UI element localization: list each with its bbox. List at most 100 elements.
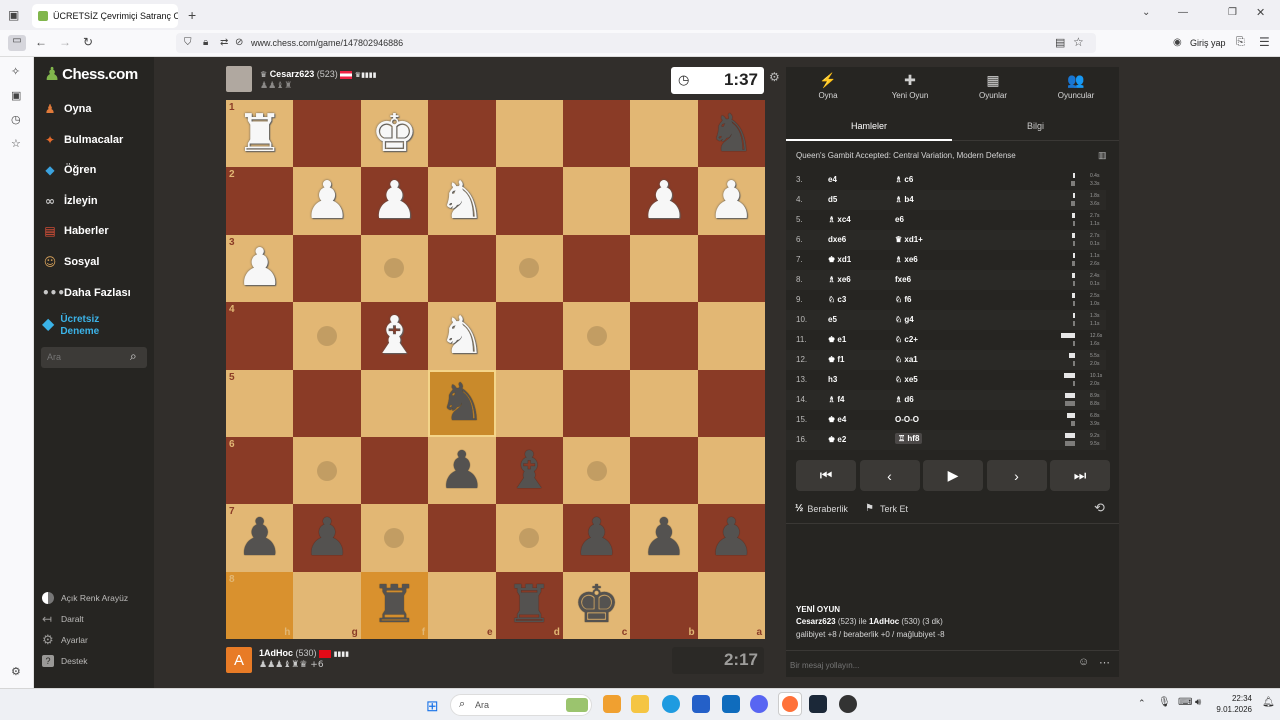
square[interactable]: [630, 302, 698, 370]
square[interactable]: ♚: [360, 100, 429, 168]
store-icon[interactable]: [692, 695, 710, 713]
sidebar-item-learn[interactable]: ◆ Öğren: [42, 160, 96, 180]
white-move[interactable]: e4: [828, 175, 837, 184]
sidebar-toggle-icon[interactable]: ▭: [8, 35, 26, 51]
ai-chat-icon[interactable]: ✧: [11, 65, 20, 78]
white-knight-piece[interactable]: ♞: [439, 175, 486, 227]
volume-icon[interactable]: 🔊︎: [1195, 697, 1201, 708]
white-king-piece[interactable]: ♚: [371, 108, 418, 160]
square[interactable]: b: [630, 571, 698, 639]
sidebar-item-more[interactable]: ••• Daha Fazlası: [42, 283, 131, 303]
settings-link[interactable]: ⚙ Ayarlar: [42, 633, 88, 646]
white-pawn-piece[interactable]: ♟: [641, 175, 688, 227]
square[interactable]: [495, 302, 563, 370]
free-trial-link[interactable]: ◆ Ücretsiz Deneme: [42, 314, 99, 338]
sidebar-item-news[interactable]: ▤ Haberler: [42, 221, 108, 241]
square[interactable]: ♟: [562, 504, 631, 572]
square[interactable]: [697, 302, 765, 370]
black-pawn-piece[interactable]: ♟: [304, 512, 351, 564]
square[interactable]: a: [697, 571, 765, 639]
square[interactable]: [428, 504, 496, 572]
move-hint-dot[interactable]: [586, 460, 607, 481]
square[interactable]: ♟: [697, 504, 765, 572]
black-bishop-piece[interactable]: ♝: [506, 445, 553, 497]
taskbar-search[interactable]: ⌕ Ara: [450, 694, 592, 716]
microphone-icon[interactable]: 🎙︎: [1158, 697, 1171, 708]
square[interactable]: [697, 234, 765, 303]
tab-moves[interactable]: Hamleler: [786, 113, 952, 141]
top-player-info[interactable]: ♛ Cesarz623 (523) ♛▮▮▮▮: [260, 69, 376, 79]
white-move[interactable]: dxe6: [828, 235, 846, 244]
white-pawn-piece[interactable]: ♟: [304, 175, 351, 227]
black-pawn-piece[interactable]: ♟: [236, 512, 283, 564]
panel-tab-yeni-oyun[interactable]: ✚ Yeni Oyun: [870, 72, 950, 100]
square[interactable]: ♝: [360, 302, 429, 370]
square[interactable]: [495, 234, 563, 303]
sidebar-item-social[interactable]: ☺ Sosyal: [42, 252, 100, 272]
white-move[interactable]: ♗ f4: [828, 395, 845, 404]
black-move[interactable]: fxe6: [895, 275, 911, 284]
panel-tab-oyunlar[interactable]: ▦ Oyunlar: [953, 72, 1033, 100]
square[interactable]: ♞: [697, 100, 765, 168]
new-tab-button[interactable]: +: [188, 7, 196, 23]
square[interactable]: [630, 369, 698, 437]
sidebar-item-puzzle[interactable]: ✦ Bulmacalar: [42, 130, 123, 150]
steam-icon[interactable]: [809, 695, 827, 713]
move-hint-dot[interactable]: [317, 325, 338, 346]
flip-board-icon[interactable]: ⟲: [1094, 500, 1105, 516]
move-hint-dot[interactable]: [384, 527, 405, 548]
black-move[interactable]: ♘ xe5: [895, 375, 918, 384]
black-move[interactable]: O-O-O: [895, 415, 919, 424]
square[interactable]: 6: [226, 436, 294, 505]
top-player-avatar[interactable]: [226, 66, 252, 92]
white-bishop-piece[interactable]: ♝: [371, 310, 418, 362]
square[interactable]: ♞: [428, 302, 496, 370]
square[interactable]: [562, 167, 631, 235]
square[interactable]: [495, 167, 563, 235]
collapse-button[interactable]: ↤ Daralt: [42, 613, 84, 625]
sidebar-settings-icon[interactable]: ⚙: [11, 665, 21, 678]
search-box[interactable]: ⌕: [41, 347, 147, 368]
sidebar-item-binoculars[interactable]: ∞ İzleyin: [42, 191, 98, 211]
square[interactable]: ♝: [495, 436, 563, 505]
black-knight-piece[interactable]: ♞: [439, 377, 486, 429]
draw-button[interactable]: ½ Beraberlik: [795, 503, 848, 514]
chess-board[interactable]: 1 ♜ ♚ ♞ 2 ♟ ♟ ♞ ♟ ♟ 3 ♟ 4 ♝ ♞ 5 ♞ 6 ♟ ♝ 7 ♟ ♟ ♟ ♟ ♟ 8 h g f ♜ e d ♜ c ♚ b a: [226, 100, 765, 639]
black-move[interactable]: ♘ c2+: [895, 335, 918, 344]
reader-view-icon[interactable]: ▤: [1055, 36, 1065, 49]
square[interactable]: [293, 369, 361, 437]
browser-tab[interactable]: ÜCRETSİZ Çevrimiçi Satranç Oy ✕: [32, 4, 178, 28]
white-move[interactable]: e5: [828, 315, 837, 324]
opening-book-icon[interactable]: ▥: [1098, 150, 1107, 161]
move-hint-dot[interactable]: [317, 460, 338, 481]
black-pawn-piece[interactable]: ♟: [573, 512, 620, 564]
black-pawn-piece[interactable]: ♟: [641, 512, 688, 564]
square[interactable]: 1 ♜: [226, 100, 294, 168]
move-hint-dot[interactable]: [519, 527, 540, 548]
minimize-icon[interactable]: —: [1178, 7, 1188, 18]
white-knight-piece[interactable]: ♞: [439, 310, 486, 362]
black-knight-piece[interactable]: ♞: [708, 108, 755, 160]
square[interactable]: 5: [226, 369, 294, 437]
lock-icon[interactable]: 🔒︎: [203, 37, 208, 48]
square[interactable]: ♟: [697, 167, 765, 235]
first-move-button[interactable]: ⏮: [796, 460, 856, 491]
signin-button[interactable]: Giriş yap: [1190, 38, 1226, 48]
bookmarks-icon[interactable]: ☆: [11, 137, 21, 150]
menu-icon[interactable]: ☰: [1259, 35, 1270, 49]
square[interactable]: 8h: [226, 571, 294, 639]
square[interactable]: 7 ♟: [226, 504, 294, 572]
bottom-player-avatar[interactable]: A: [226, 647, 252, 673]
square[interactable]: [630, 100, 698, 168]
permissions-icon[interactable]: ⇄: [220, 37, 228, 48]
white-move[interactable]: ♚ e2: [828, 435, 846, 444]
search-icon[interactable]: ⌕: [130, 349, 137, 364]
white-move[interactable]: d5: [828, 195, 837, 204]
clock-time[interactable]: 22:34: [1216, 694, 1252, 703]
square[interactable]: [562, 100, 631, 168]
square[interactable]: c ♚: [562, 571, 631, 639]
square[interactable]: [293, 436, 361, 505]
firefox-icon[interactable]: [778, 692, 802, 716]
outlook-icon[interactable]: [722, 695, 740, 713]
shield-icon[interactable]: ⛉: [184, 37, 192, 48]
